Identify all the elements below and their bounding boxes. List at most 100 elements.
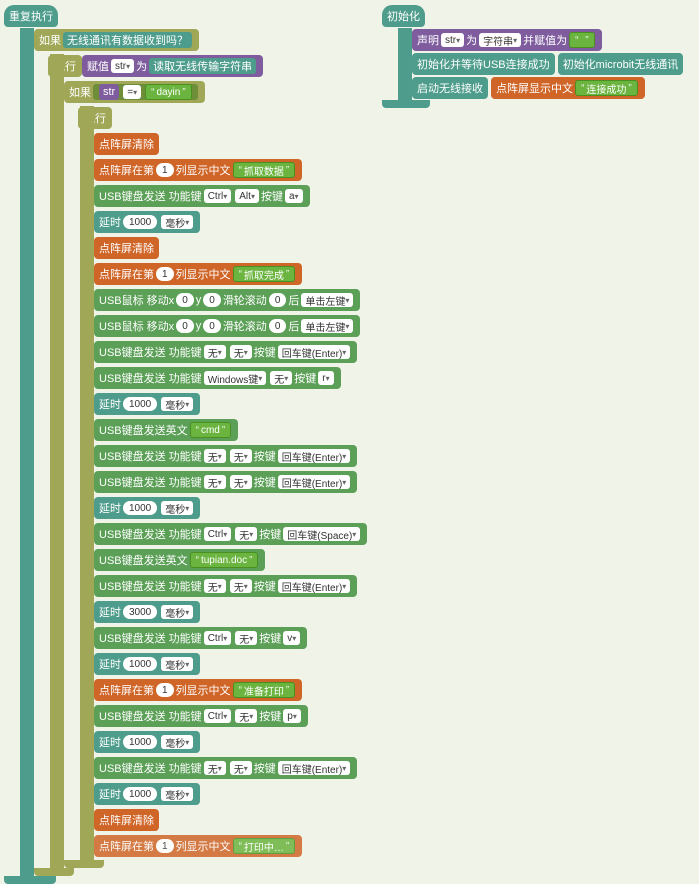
delay-ms[interactable]: 1000: [123, 215, 157, 229]
delay-unit-dd[interactable]: 毫秒: [161, 215, 193, 229]
key1-dd[interactable]: Ctrl: [204, 527, 232, 541]
matrix-text[interactable]: 抓取数据: [233, 162, 296, 178]
declare-init-str[interactable]: [569, 32, 594, 48]
col-num[interactable]: 1: [156, 839, 174, 853]
key2-dd[interactable]: 无: [235, 527, 257, 541]
usb-func-key-block[interactable]: USB键盘发送 功能键无无按键回车键(Enter): [94, 575, 357, 597]
if-block-1[interactable]: 如果 无线通讯有数据收到吗？: [34, 29, 199, 51]
delay-block[interactable]: 延时1000毫秒: [94, 731, 200, 753]
start-wireless-rx-block[interactable]: 启动无线接收: [412, 77, 488, 99]
delay-ms[interactable]: 1000: [123, 787, 157, 801]
string-connect-ok[interactable]: 连接成功: [575, 80, 638, 96]
usb-func-key-block[interactable]: USB键盘发送 功能键无无按键回车键(Enter): [94, 471, 357, 493]
matrix-block[interactable]: 点阵屏在第1列显示中文抓取数据: [94, 159, 302, 181]
delay-ms[interactable]: 1000: [123, 735, 157, 749]
usb-mouse-block[interactable]: USB鼠标 移动x0y0滑轮滚动0后单击左键: [94, 289, 360, 311]
matrix-block[interactable]: 点阵屏清除: [94, 809, 159, 831]
init-microbit-block[interactable]: 初始化microbit无线通讯: [558, 53, 684, 75]
key2-dd[interactable]: 无: [235, 709, 257, 723]
matrix-text[interactable]: 准备打印: [233, 682, 296, 698]
read-wireless-string[interactable]: 读取无线传输字符串: [149, 58, 256, 74]
string-dayin[interactable]: dayin: [145, 84, 192, 100]
key2-dd[interactable]: Alt: [235, 189, 259, 203]
init-usb-block[interactable]: 初始化并等待USB连接成功: [412, 53, 555, 75]
usb-send-text-block[interactable]: USB键盘发送英文cmd: [94, 419, 238, 441]
key1-dd[interactable]: 无: [204, 345, 226, 359]
key1-dd[interactable]: Windows键: [204, 371, 267, 385]
delay-block[interactable]: 延时1000毫秒: [94, 783, 200, 805]
mouse-wheel[interactable]: 0: [269, 293, 287, 307]
assign-block[interactable]: 赋值 str 为 读取无线传输字符串: [82, 55, 263, 77]
key2-dd[interactable]: 无: [230, 579, 252, 593]
matrix-block[interactable]: 点阵屏在第1列显示中文抓取完成: [94, 263, 302, 285]
delay-unit-dd[interactable]: 毫秒: [161, 605, 193, 619]
mouse-action-dd[interactable]: 单击左键: [301, 319, 353, 333]
usb-text[interactable]: tupian.doc: [190, 552, 259, 568]
key3-dd[interactable]: 回车键(Enter): [278, 761, 351, 775]
var-str-reporter[interactable]: str: [99, 84, 119, 100]
mouse-action-dd[interactable]: 单击左键: [301, 293, 353, 307]
key2-dd[interactable]: 无: [230, 345, 252, 359]
key1-dd[interactable]: 无: [204, 475, 226, 489]
init-hat[interactable]: 初始化: [382, 5, 425, 27]
col-num[interactable]: 1: [156, 683, 174, 697]
mouse-x[interactable]: 0: [176, 319, 194, 333]
key3-dd[interactable]: a: [285, 189, 303, 203]
declare-var-dd[interactable]: str: [441, 33, 464, 47]
repeat-forever-block[interactable]: 重复执行: [4, 5, 58, 27]
delay-unit-dd[interactable]: 毫秒: [161, 501, 193, 515]
key1-dd[interactable]: Ctrl: [204, 709, 232, 723]
usb-func-key-block[interactable]: USB键盘发送 功能键CtrlAlt按键a: [94, 185, 310, 207]
key3-dd[interactable]: 回车键(Enter): [278, 345, 351, 359]
op-dropdown[interactable]: =: [123, 85, 141, 99]
mouse-wheel[interactable]: 0: [269, 319, 287, 333]
if-block-2[interactable]: 如果 str = dayin: [64, 81, 205, 103]
usb-send-text-block[interactable]: USB键盘发送英文tupian.doc: [94, 549, 265, 571]
usb-func-key-block[interactable]: USB键盘发送 功能键无无按键回车键(Enter): [94, 757, 357, 779]
delay-unit-dd[interactable]: 毫秒: [161, 397, 193, 411]
usb-func-key-block[interactable]: USB键盘发送 功能键Ctrl无按键v: [94, 627, 307, 649]
declare-type-dd[interactable]: 字符串: [479, 33, 521, 47]
delay-block[interactable]: 延时3000毫秒: [94, 601, 200, 623]
key1-dd[interactable]: Ctrl: [204, 631, 232, 645]
matrix-block[interactable]: 点阵屏在第1列显示中文准备打印: [94, 679, 302, 701]
usb-func-key-block[interactable]: USB键盘发送 功能键无无按键回车键(Enter): [94, 445, 357, 467]
matrix-block[interactable]: 点阵屏清除: [94, 237, 159, 259]
delay-unit-dd[interactable]: 毫秒: [161, 735, 193, 749]
mouse-y[interactable]: 0: [203, 293, 221, 307]
usb-func-key-block[interactable]: USB键盘发送 功能键Ctrl无按键回车键(Space): [94, 523, 367, 545]
key3-dd[interactable]: 回车键(Enter): [278, 475, 351, 489]
delay-block[interactable]: 延时1000毫秒: [94, 211, 200, 233]
var-dropdown[interactable]: str: [111, 59, 134, 73]
key3-dd[interactable]: 回车键(Enter): [278, 579, 351, 593]
key1-dd[interactable]: 无: [204, 761, 226, 775]
delay-block[interactable]: 延时1000毫秒: [94, 393, 200, 415]
usb-func-key-block[interactable]: USB键盘发送 功能键Windows键无按键r: [94, 367, 341, 389]
key3-dd[interactable]: 回车键(Enter): [278, 449, 351, 463]
delay-ms[interactable]: 1000: [123, 657, 157, 671]
col-num[interactable]: 1: [156, 163, 174, 177]
matrix-block[interactable]: 点阵屏在第1列显示中文打印中…: [94, 835, 302, 857]
matrix-block[interactable]: 点阵屏清除: [94, 133, 159, 155]
key3-dd[interactable]: p: [283, 709, 301, 723]
equals-condition[interactable]: str = dayin: [93, 84, 198, 100]
usb-func-key-block[interactable]: USB键盘发送 功能键Ctrl无按键p: [94, 705, 308, 727]
key2-dd[interactable]: 无: [230, 475, 252, 489]
mouse-x[interactable]: 0: [176, 293, 194, 307]
key2-dd[interactable]: 无: [235, 631, 257, 645]
key3-dd[interactable]: r: [318, 371, 333, 385]
delay-ms[interactable]: 1000: [123, 501, 157, 515]
wireless-has-data-reporter[interactable]: 无线通讯有数据收到吗？: [63, 32, 192, 48]
key3-dd[interactable]: 回车键(Space): [283, 527, 360, 541]
key1-dd[interactable]: 无: [204, 449, 226, 463]
usb-mouse-block[interactable]: USB鼠标 移动x0y0滑轮滚动0后单击左键: [94, 315, 360, 337]
key2-dd[interactable]: 无: [270, 371, 292, 385]
usb-func-key-block[interactable]: USB键盘发送 功能键无无按键回车键(Enter): [94, 341, 357, 363]
delay-ms[interactable]: 1000: [123, 397, 157, 411]
delay-ms[interactable]: 3000: [123, 605, 157, 619]
matrix-show-connect-ok[interactable]: 点阵屏显示中文 连接成功: [491, 77, 645, 99]
mouse-y[interactable]: 0: [203, 319, 221, 333]
declare-block[interactable]: 声明 str 为 字符串 并赋值为: [412, 29, 602, 51]
delay-block[interactable]: 延时1000毫秒: [94, 497, 200, 519]
delay-block[interactable]: 延时1000毫秒: [94, 653, 200, 675]
